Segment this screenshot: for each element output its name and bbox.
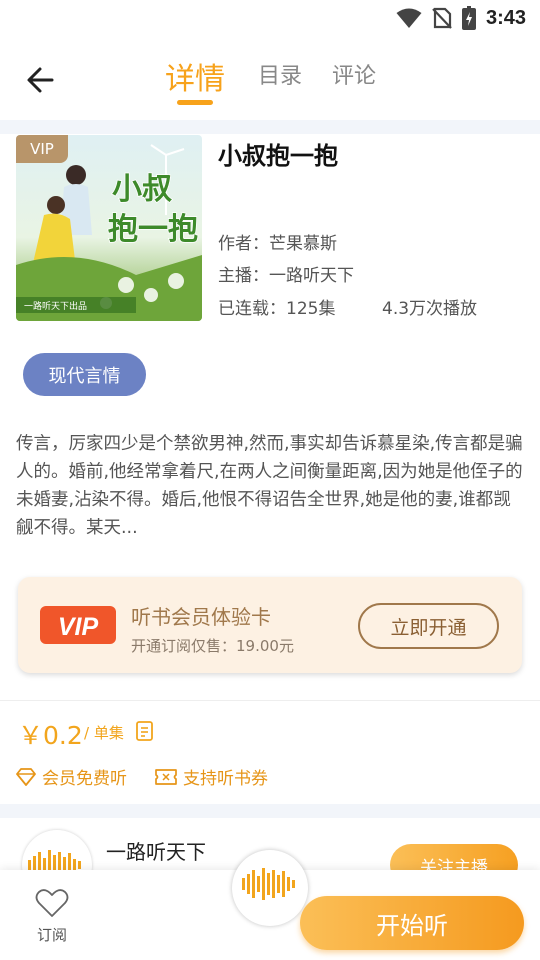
section-separator (0, 804, 540, 818)
price-unit: / 单集 (84, 724, 124, 742)
bottom-action-bar: 订阅 开始听 (0, 850, 540, 960)
book-episodes: 已连载：125集 (218, 299, 336, 319)
subscribe-label: 订阅 (36, 926, 67, 944)
book-narrator: 主播：一路听天下 (218, 266, 354, 286)
vip-logo: VIP (40, 606, 116, 644)
divider (0, 700, 540, 701)
header-separator (0, 120, 540, 134)
battery-charging-icon (461, 6, 476, 30)
svg-text:VIP: VIP (58, 613, 99, 641)
heart-icon (35, 889, 69, 917)
tab-comments[interactable]: 评论 (332, 58, 376, 90)
book-author: 作者：芒果慕斯 (218, 234, 337, 254)
perk-voucher-label: 支持听书券 (183, 769, 268, 789)
narrator-name[interactable]: 一路听天下 (106, 836, 206, 865)
vip-trial-card[interactable]: VIP 听书会员体验卡 开通订阅仅售：19.00元 立即开通 (18, 577, 522, 673)
price-info-icon[interactable] (135, 720, 155, 742)
open-vip-button[interactable]: 立即开通 (358, 603, 499, 649)
start-listening-button[interactable]: 开始听 (300, 896, 524, 950)
cover-title-line2: 抱一抱 (108, 212, 198, 247)
perk-member-free-label: 会员免费听 (42, 769, 127, 789)
ticket-icon (155, 768, 177, 785)
active-tab-indicator (177, 100, 213, 105)
episode-price: ￥0.2 (18, 721, 83, 750)
vip-card-price: 开通订阅仅售：19.00元 (131, 637, 294, 655)
book-description: 传言，厉家四少是个禁欲男神,然而,事实却告诉慕星染,传言都是骗人的。婚前,他经常… (16, 434, 523, 538)
tab-catalog[interactable]: 目录 (258, 58, 302, 90)
no-sim-icon (432, 7, 452, 29)
subscribe-button[interactable]: 订阅 (30, 888, 74, 945)
genre-tag[interactable]: 现代言情 (23, 353, 146, 396)
perk-voucher: 支持听书券 (155, 764, 268, 789)
book-title: 小叔抱一抱 (218, 142, 338, 170)
book-play-count: 4.3万次播放 (382, 299, 478, 319)
status-icons: 3:43 (396, 6, 526, 30)
wifi-icon (396, 8, 422, 28)
back-arrow-icon[interactable] (22, 62, 62, 98)
status-time: 3:43 (485, 6, 526, 29)
vip-badge: VIP (16, 135, 68, 163)
sound-wave-logo-icon (242, 868, 295, 900)
now-playing-disc[interactable] (232, 850, 308, 926)
cover-footer-text: 一路听天下出品 (24, 300, 87, 312)
tab-details[interactable]: 详情 (165, 54, 225, 98)
vip-card-title: 听书会员体验卡 (131, 605, 271, 629)
diamond-icon (16, 767, 36, 786)
cover-title-line1: 小叔 (112, 172, 172, 207)
status-bar: 3:43 (0, 0, 540, 36)
header: 详情 目录 评论 (0, 36, 540, 120)
perk-member-free: 会员免费听 (16, 764, 127, 789)
book-cover[interactable]: 一路听天下出品 小叔 抱一抱 VIP (16, 135, 202, 321)
